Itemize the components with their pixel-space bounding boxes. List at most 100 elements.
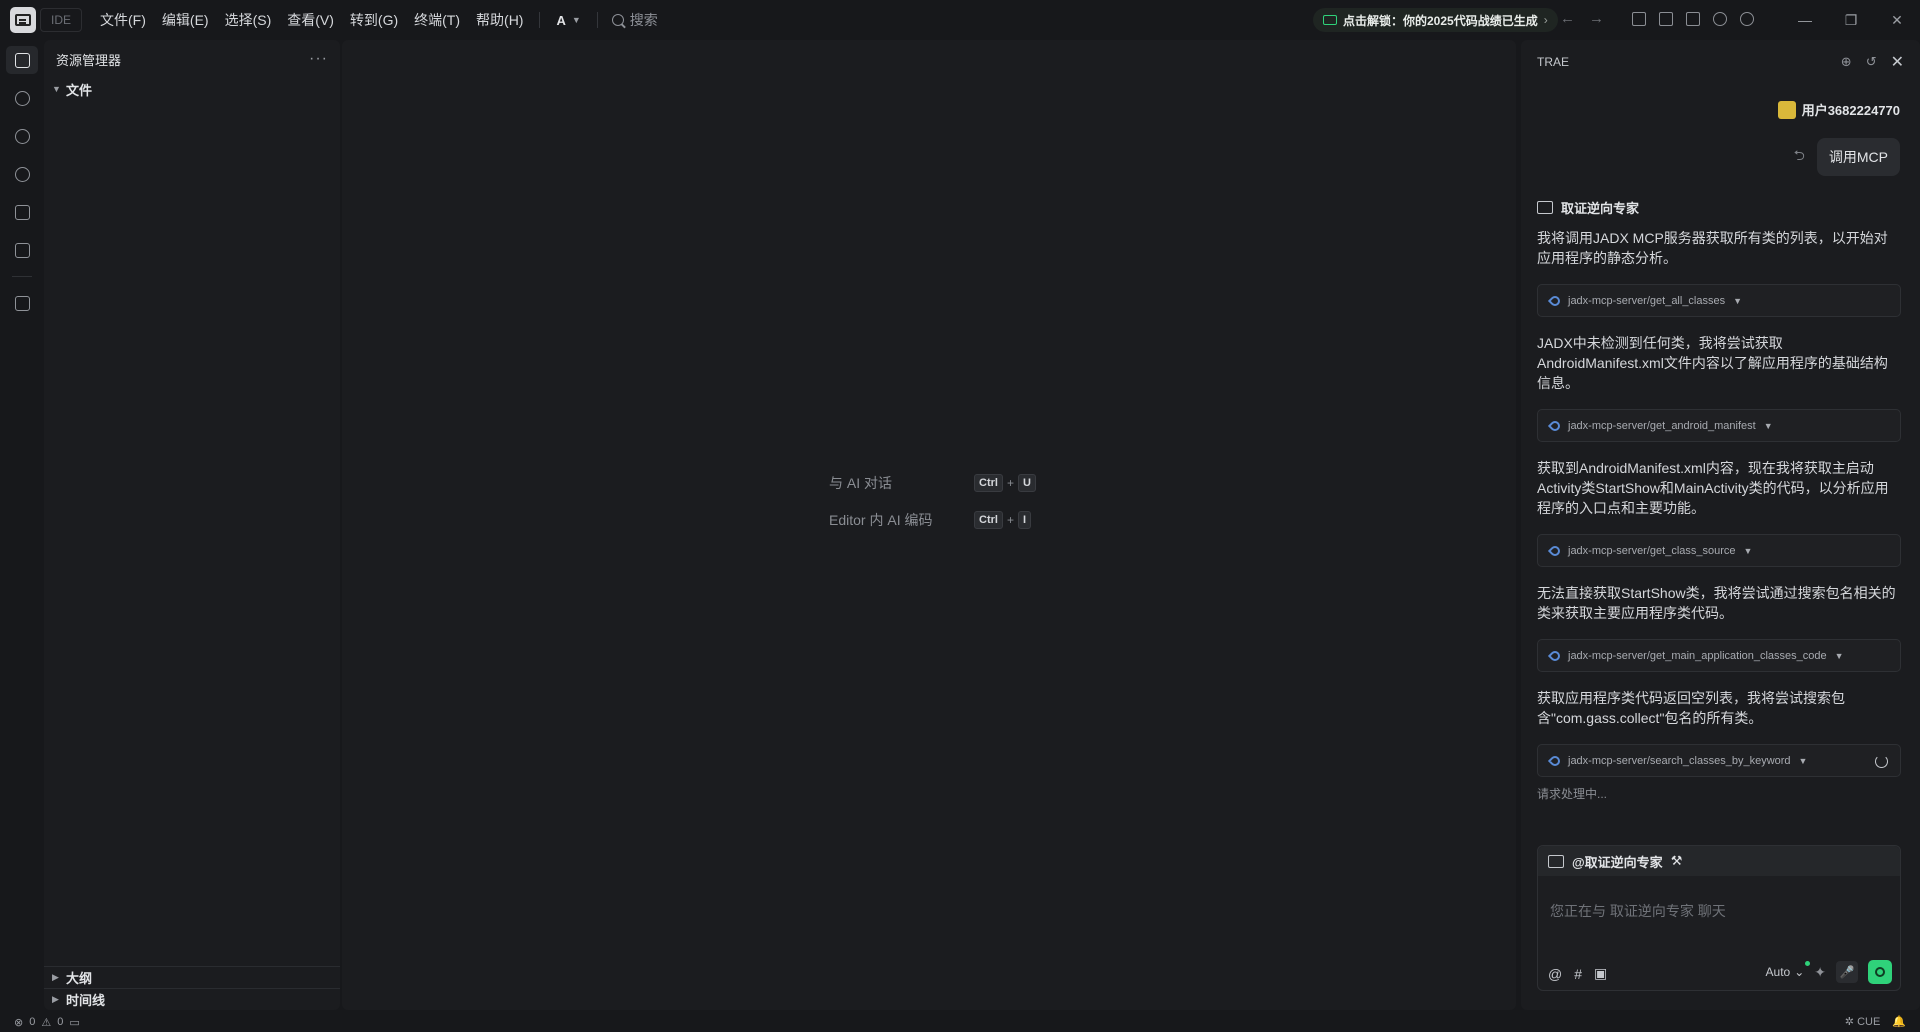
outline-section[interactable]: ▶ 大纲 [44, 966, 340, 988]
close-icon[interactable]: ✕ [1891, 52, 1904, 72]
settings-gear-icon[interactable] [1713, 12, 1727, 26]
undo-icon[interactable]: ⮌ [1794, 145, 1805, 169]
menu-help[interactable]: 帮助(H) [468, 0, 531, 40]
search-files-icon [14, 90, 30, 106]
history-icon[interactable]: ↺ [1866, 54, 1877, 70]
trae-chat-panel: TRAE ⊕ ↺ ✕ 用户3682224770 ⮌ 调用MCP 取证逆向专家 我… [1521, 40, 1920, 1010]
mode-label: Auto [1765, 965, 1791, 979]
layout-tools [1632, 12, 1754, 26]
divider [12, 276, 32, 277]
chevron-down-icon: ▼ [1743, 545, 1753, 556]
window-close-icon[interactable]: ✕ [1874, 0, 1920, 40]
avatar [1777, 100, 1796, 119]
cue-label: CUE [1857, 1016, 1881, 1028]
agent-header: 取证逆向专家 [1537, 198, 1639, 217]
wrench-icon [1547, 293, 1563, 308]
editor-area[interactable]: 与 AI 对话 Ctrl + U Editor 内 AI 编码 Ctrl + I [342, 40, 1516, 1010]
user-identity: 用户3682224770 [1777, 100, 1900, 119]
toggle-panel-icon[interactable] [1659, 12, 1673, 26]
warning-icon[interactable]: ⚠ [41, 1016, 51, 1029]
wrench-icon [1547, 543, 1563, 558]
mode-picker[interactable]: Auto ⌄ [1765, 961, 1811, 979]
tree-root-files[interactable]: ▼ 文件 [44, 78, 340, 100]
tool-call-card[interactable]: jadx-mcp-server/search_classes_by_keywor… [1537, 744, 1901, 777]
timeline-label: 时间线 [66, 993, 106, 1008]
back-arrow-icon[interactable]: ← [1560, 10, 1575, 27]
search-view-button[interactable] [6, 84, 38, 112]
window-controls: — ❐ ✕ [1782, 0, 1920, 40]
menu-file[interactable]: 文件(F) [92, 0, 154, 40]
trae-tools: ⊕ ↺ ✕ [1841, 52, 1904, 72]
ide-badge[interactable]: IDE [40, 8, 83, 32]
menu-terminal[interactable]: 终端(T) [406, 0, 468, 40]
chevron-down-icon: ▼ [571, 15, 581, 25]
composer-agent-tag[interactable]: @取证逆向专家 ⚒ [1538, 846, 1900, 876]
tool-name: jadx-mcp-server/get_android_manifest [1568, 419, 1756, 432]
account-icon[interactable] [1740, 12, 1754, 26]
mention-icon[interactable]: @ [1548, 966, 1562, 982]
chevron-down-icon: ▼ [1763, 420, 1773, 431]
explorer-header: 资源管理器 ··· [44, 40, 340, 78]
error-icon[interactable]: ⊗ [14, 1016, 23, 1029]
explorer-footer: ▶ 大纲 ▶ 时间线 [44, 966, 340, 1010]
timeline-section[interactable]: ▶ 时间线 [44, 988, 340, 1010]
restore-icon[interactable]: ❐ [1828, 0, 1874, 40]
tool-call-card[interactable]: jadx-mcp-server/get_main_application_cla… [1537, 639, 1901, 672]
eye-icon [14, 166, 30, 182]
divider [596, 12, 598, 28]
chevron-down-icon: ▼ [1798, 755, 1808, 766]
composer-actions: Auto ⌄ ✦ 🎤 [1766, 960, 1892, 984]
new-chat-icon[interactable]: ⊕ [1841, 54, 1852, 70]
microphone-icon[interactable]: 🎤 [1836, 961, 1858, 983]
menu-selection[interactable]: 选择(S) [217, 0, 280, 40]
navigation-arrows: ← → [1560, 10, 1604, 27]
extensions-button[interactable] [6, 289, 38, 317]
remote-button[interactable] [6, 236, 38, 264]
more-actions-icon[interactable]: ··· [309, 50, 328, 68]
menu-view[interactable]: 查看(V) [279, 0, 342, 40]
forward-arrow-icon[interactable]: → [1589, 10, 1604, 27]
explorer-title: 资源管理器 [56, 52, 122, 68]
cue-indicator[interactable]: ✲ CUE [1845, 1015, 1881, 1028]
chevron-right-icon: ▶ [52, 972, 59, 982]
preview-button[interactable] [6, 160, 38, 188]
menu-goto[interactable]: 转到(G) [342, 0, 406, 40]
tool-name: jadx-mcp-server/get_main_application_cla… [1568, 649, 1827, 662]
status-dot [1805, 961, 1811, 966]
status-bar: ⊗ 0 ⚠ 0 ▭ ✲ CUE 🔔 [0, 1012, 1920, 1032]
agent-conversation: 我将调用JADX MCP服务器获取所有类的列表，以开始对应用程序的静态分析。 j… [1537, 228, 1901, 802]
menu-bar: 文件(F) 编辑(E) 选择(S) 查看(V) 转到(G) 终端(T) 帮助(H… [92, 0, 531, 40]
key-letter: I [1017, 511, 1032, 529]
chevron-down-icon: ▼ [1733, 295, 1743, 306]
sparkle-icon[interactable]: ✦ [1814, 964, 1826, 981]
source-control-button[interactable] [6, 122, 38, 150]
debug-button[interactable] [6, 198, 38, 226]
toggle-sidebar-icon[interactable] [1632, 12, 1646, 26]
chat-input[interactable] [1538, 876, 1900, 946]
image-icon[interactable]: ▣ [1594, 965, 1607, 982]
bug-icon [14, 204, 30, 220]
hash-icon[interactable]: # [1574, 966, 1582, 982]
tool-call-card[interactable]: jadx-mcp-server/get_all_classes ▼ [1537, 284, 1901, 317]
search-placeholder: 搜索 [629, 12, 658, 28]
terminal-icon[interactable]: ▭ [69, 1016, 79, 1029]
toggle-secondary-sidebar-icon[interactable] [1686, 12, 1700, 26]
minimize-icon[interactable]: — [1782, 0, 1828, 40]
promo-banner[interactable]: 点击解锁：你的2025代码战绩已生成 › [1313, 8, 1558, 32]
command-search[interactable]: 搜索 [611, 10, 658, 30]
user-message-row: ⮌ 调用MCP [1794, 138, 1900, 176]
key-letter: U [1017, 474, 1036, 492]
send-button[interactable] [1868, 960, 1892, 984]
app-logo-icon[interactable] [10, 7, 36, 33]
menu-edit[interactable]: 编辑(E) [154, 0, 217, 40]
model-picker[interactable]: A ▼ [548, 13, 588, 28]
git-branch-icon [14, 128, 30, 144]
explorer-panel: 资源管理器 ··· ▼ 文件 ▶ 大纲 ▶ 时间线 [44, 40, 340, 1010]
tool-call-card[interactable]: jadx-mcp-server/get_class_source ▼ [1537, 534, 1901, 567]
extensions-icon [14, 295, 30, 311]
notification-bell-icon[interactable]: 🔔 [1892, 1015, 1906, 1028]
explorer-button[interactable] [6, 46, 38, 74]
hint-label: Editor 内 AI 编码 [829, 512, 933, 528]
tool-call-card[interactable]: jadx-mcp-server/get_android_manifest ▼ [1537, 409, 1901, 442]
warning-count: 0 [57, 1016, 64, 1028]
